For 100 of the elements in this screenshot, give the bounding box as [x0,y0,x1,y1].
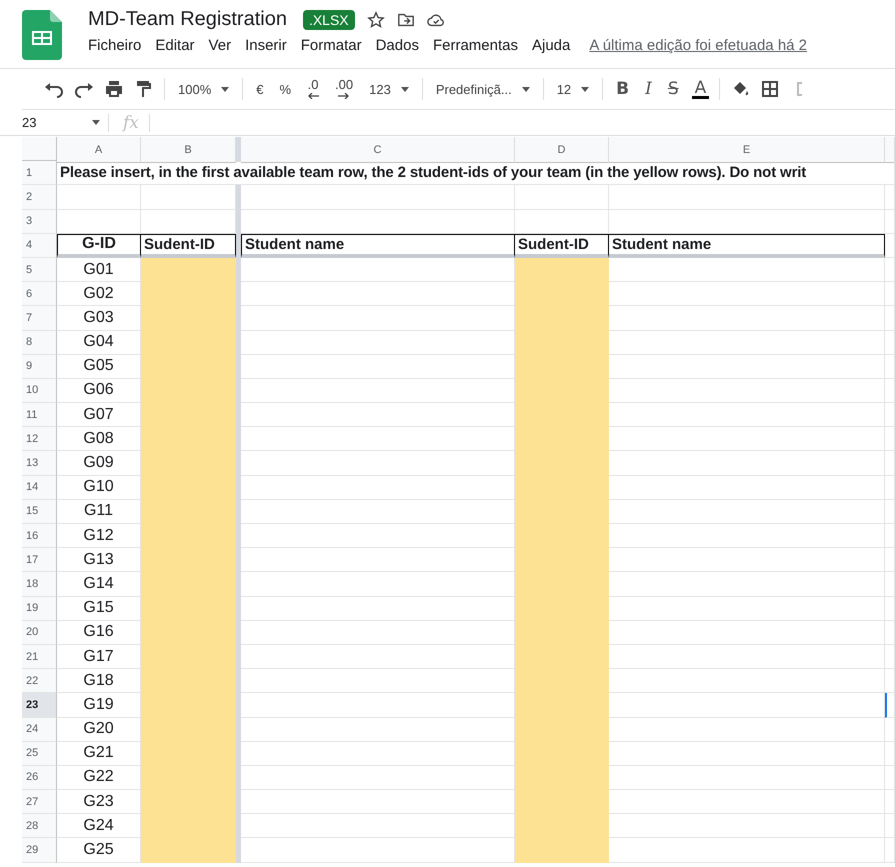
row-header[interactable]: 7 [22,306,57,330]
table-cell [885,306,895,330]
caret-icon[interactable] [400,86,409,92]
column-header[interactable]: E [609,137,885,163]
row-header[interactable]: 3 [22,210,57,234]
column-header[interactable]: D [515,137,609,163]
table-cell [885,620,895,645]
frozen-column-bar[interactable] [236,137,241,162]
select-all-corner[interactable] [22,137,57,162]
menu-item[interactable]: Ver [202,37,238,54]
frozen-column-bar[interactable] [236,185,241,210]
table-cell [885,742,895,766]
file-type-badge: .XLSX [302,10,355,30]
row-header[interactable]: 13 [22,451,57,476]
document-title[interactable]: MD-Team Registration [88,8,287,31]
arrow-icon [307,93,320,99]
column-header[interactable]: C [241,137,515,163]
decimal-button[interactable]: .00 [332,79,356,99]
row-header[interactable]: 25 [22,742,57,766]
column-heading: Student name [241,234,515,258]
dropdown-button[interactable]: Predefiniçã... [432,82,533,96]
row-header[interactable]: 22 [22,669,57,694]
menu-item[interactable]: Inserir [238,37,294,54]
table-cell [885,234,895,258]
table-cell [885,210,895,234]
table-cell [885,718,895,742]
borders-icon[interactable] [760,79,780,99]
star-icon[interactable] [366,10,385,28]
caret-icon[interactable] [221,86,230,92]
row-header[interactable]: 19 [22,596,57,621]
row-header[interactable]: 18 [22,572,57,597]
spreadsheet-logo-icon[interactable] [22,10,62,60]
formula-label: fx [123,112,139,132]
table-cell [885,766,895,790]
table-cell [885,790,895,814]
column-header[interactable]: B [141,137,236,163]
name-box[interactable]: 23 [22,115,36,130]
row-header[interactable]: 16 [22,524,57,548]
menu-item[interactable]: Ferramentas [426,37,525,54]
row-header[interactable]: 14 [22,476,57,500]
paint-format-icon[interactable] [134,79,154,99]
caret-icon[interactable] [581,86,590,92]
last-edit-link[interactable]: A última edição foi efetuada há 2 [589,37,808,54]
table-cell [885,524,895,548]
instruction-text: Please insert, in the first available team row, the 2 student-ids of your team (in the yellow rows). Do not writ [57,161,885,186]
strikethrough-button[interactable]: S [664,79,682,99]
row-header[interactable]: 10 [22,378,57,404]
table-cell [885,476,895,500]
row-header[interactable]: 6 [22,282,57,306]
table-cell [885,282,895,306]
row-header[interactable]: 1 [22,161,57,186]
row-header[interactable]: 26 [22,766,57,790]
row-header[interactable]: 5 [22,258,57,282]
frozen-column-bar[interactable] [236,838,241,863]
caret-icon[interactable] [522,86,530,92]
table-cell [885,378,895,404]
row-header[interactable]: 29 [22,838,57,863]
table-cell [885,185,895,210]
dropdown-button[interactable]: 123 [366,82,412,96]
bold-button[interactable]: B [613,79,632,99]
table-cell [885,161,895,186]
row-header[interactable]: 17 [22,548,57,572]
row-header[interactable]: 21 [22,644,57,670]
decimal-button[interactable]: .0 [304,79,322,99]
row-header[interactable]: 24 [22,718,57,742]
table-cell [885,548,895,572]
row-header[interactable]: 23 [22,693,57,718]
table-cell [885,451,895,476]
menu-item[interactable]: Ficheiro [88,37,148,54]
menu-item[interactable]: Ajuda [524,37,578,54]
arrow-icon [338,93,350,99]
italic-button[interactable]: I [642,79,655,99]
row-header[interactable]: 2 [22,185,57,210]
row-header[interactable]: 8 [22,330,57,355]
row-header[interactable]: 11 [22,403,57,428]
column-header[interactable] [885,137,895,163]
caret-icon[interactable] [92,120,100,125]
row-header[interactable]: 15 [22,500,57,524]
menu-item[interactable]: Formatar [294,37,369,54]
format-button[interactable]: % [276,82,294,96]
row-header[interactable]: 20 [22,620,57,645]
table-cell [885,354,895,379]
table-cell [885,838,895,863]
table-cell [885,403,895,428]
table-cell [885,814,895,838]
menu-item[interactable]: Editar [148,37,202,54]
row-header[interactable]: 4 [22,234,57,258]
row-header[interactable]: 12 [22,427,57,452]
column-header[interactable]: A [57,137,141,163]
selected-cell [885,693,895,718]
dropdown-button[interactable]: 12 [554,82,592,96]
menu-item[interactable]: Dados [368,37,426,54]
row-header[interactable]: 27 [22,790,57,814]
text-color-button[interactable]: A [692,80,710,98]
dropdown-button[interactable]: 100% [175,82,232,96]
row-header[interactable]: 9 [22,354,57,379]
format-button[interactable]: € [253,82,266,96]
print-icon[interactable] [104,79,124,99]
row-header[interactable]: 28 [22,814,57,838]
column-heading: Student name [609,234,885,258]
